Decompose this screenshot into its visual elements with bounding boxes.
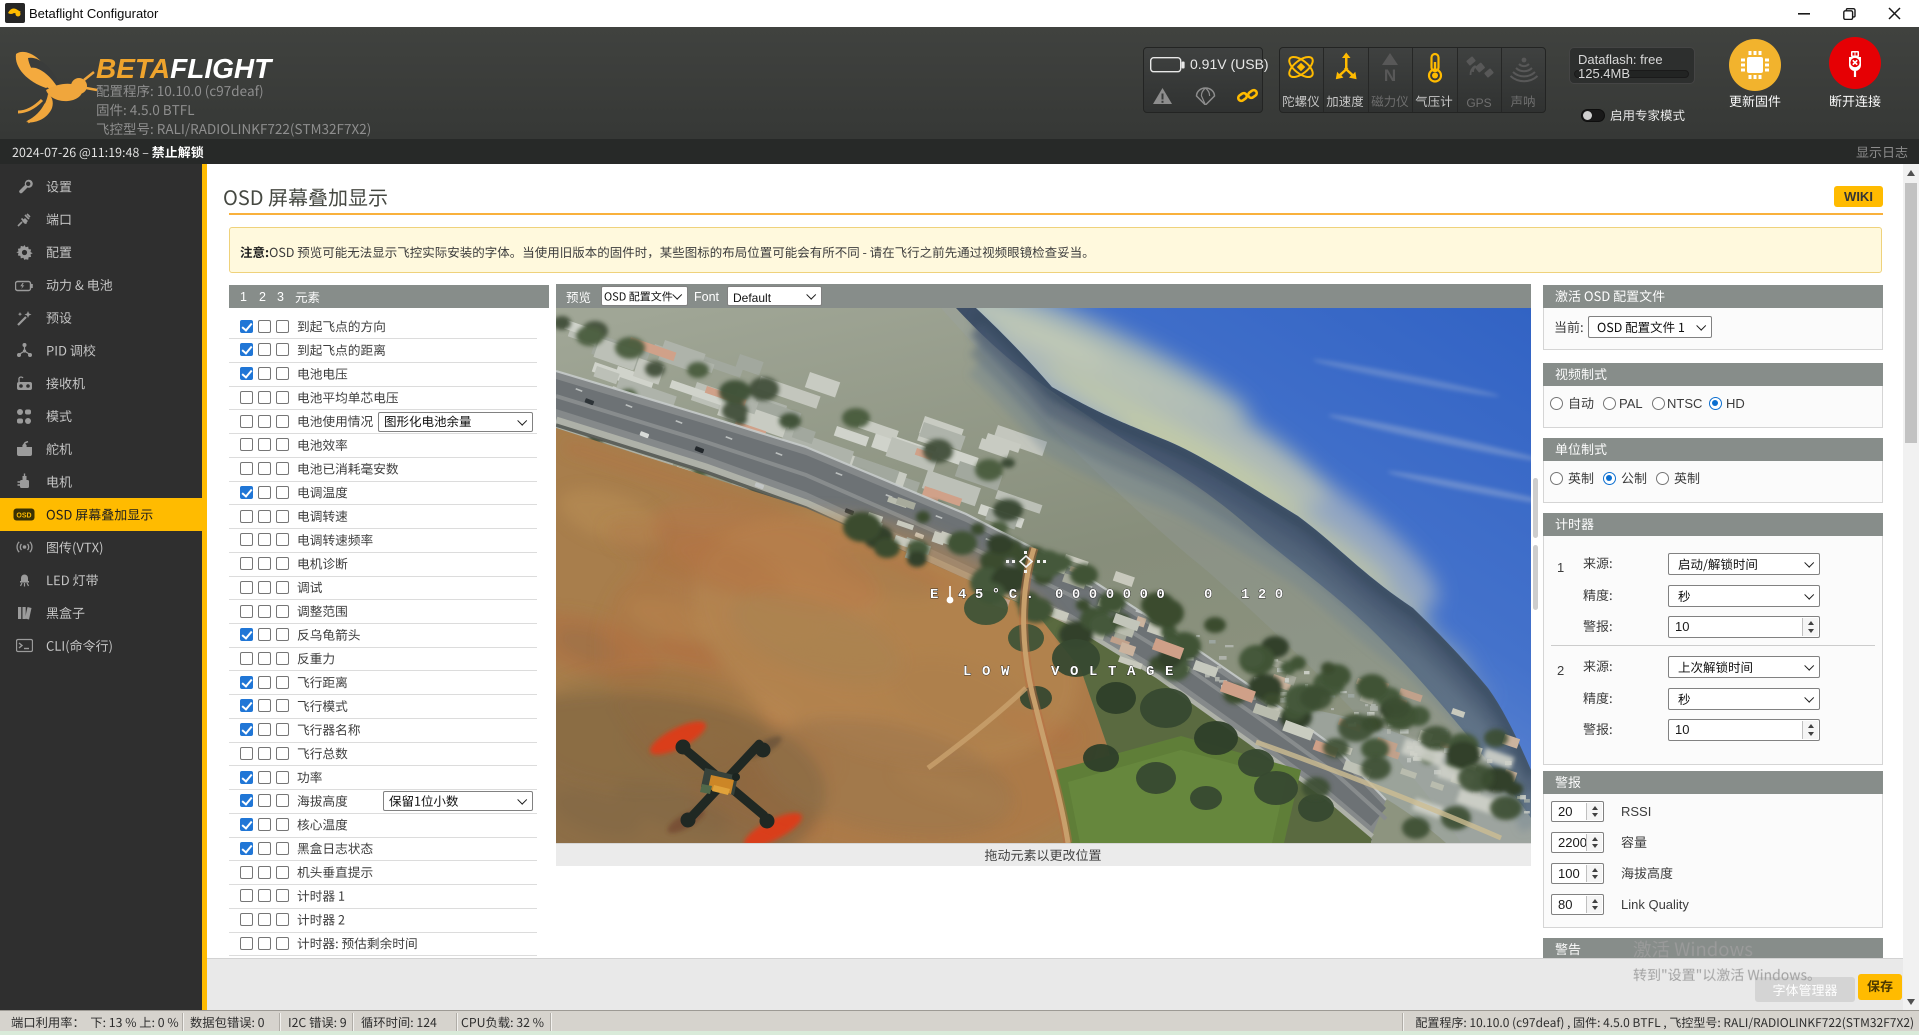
svg-text:0: 0 [1204, 587, 1221, 603]
svg-text:LOW: LOW [963, 664, 1020, 680]
svg-text:OSD: OSD [16, 513, 31, 520]
svg-text:0000000: 0000000 [1055, 587, 1173, 603]
svg-text:E: E [930, 587, 947, 603]
svg-text:45°C.: 45°C. [958, 587, 1043, 603]
svg-text:N: N [1384, 66, 1396, 84]
svg-text:120: 120 [1241, 587, 1292, 603]
svg-text:VOLTAGE: VOLTAGE [1051, 664, 1184, 680]
